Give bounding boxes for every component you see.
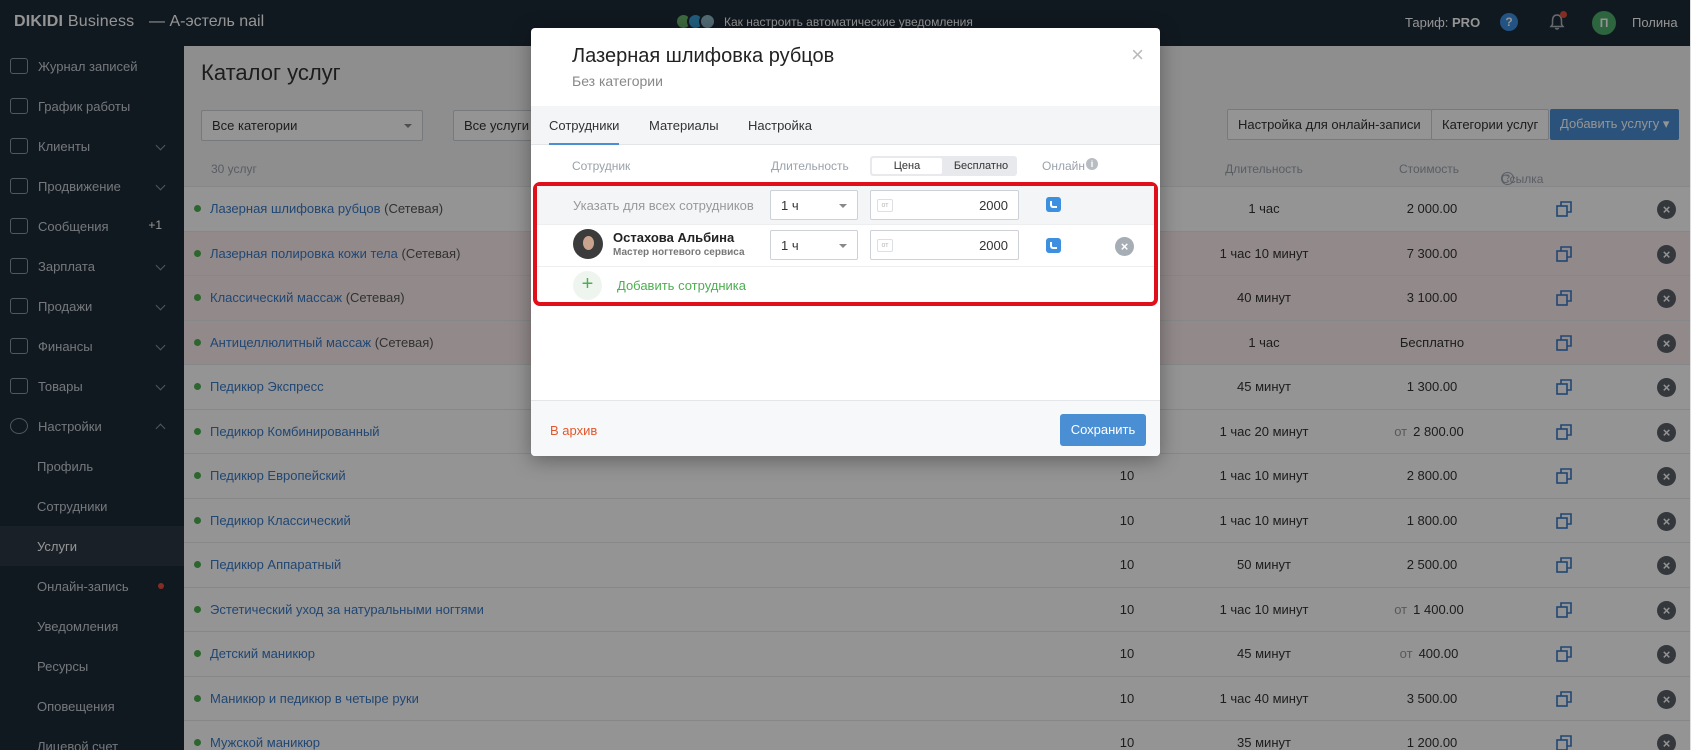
plus-icon[interactable]: + — [573, 271, 602, 300]
employee-price-input[interactable]: от 2000 — [870, 230, 1019, 260]
save-button[interactable]: Сохранить — [1060, 414, 1146, 446]
all-duration-select[interactable]: 1 ч — [770, 190, 858, 220]
employees-section: Указать для всех сотрудников 1 ч от 2000 … — [533, 182, 1158, 306]
chevron-down-icon — [839, 244, 847, 248]
all-price-input[interactable]: от 2000 — [870, 190, 1019, 220]
info-icon[interactable]: i — [1086, 158, 1098, 170]
column-duration: Длительность — [771, 159, 849, 173]
from-toggle[interactable]: от — [877, 199, 893, 212]
remove-employee-icon[interactable]: × — [1115, 237, 1134, 256]
column-online: Онлайн — [1042, 159, 1085, 173]
online-booking-checkbox[interactable] — [1046, 238, 1061, 253]
all-employees-row: Указать для всех сотрудников 1 ч от 2000 — [537, 186, 1154, 224]
modal-tabs: Сотрудники Материалы Настройка — [531, 106, 1160, 145]
price-mode-toggle[interactable]: Цена Бесплатно — [870, 156, 1017, 176]
modal-subtitle: Без категории — [572, 73, 663, 89]
employee-avatar — [573, 229, 603, 259]
from-toggle[interactable]: от — [877, 239, 893, 252]
add-employee-link[interactable]: Добавить сотрудника — [617, 278, 746, 293]
chevron-down-icon — [839, 204, 847, 208]
employee-row: Остахова Альбина Мастер ногтевого сервис… — [537, 224, 1154, 266]
all-price-value: 2000 — [979, 198, 1008, 213]
modal-title: Лазерная шлифовка рубцов — [572, 45, 835, 67]
close-icon[interactable]: × — [1131, 42, 1144, 68]
tab-settings[interactable]: Настройка — [748, 118, 812, 133]
tab-employees[interactable]: Сотрудники — [549, 118, 620, 145]
employee-role: Мастер ногтевого сервиса — [613, 247, 745, 258]
price-mode-free[interactable]: Бесплатно — [946, 158, 1016, 174]
modal-footer: В архив Сохранить — [531, 400, 1160, 456]
add-employee-row[interactable]: + Добавить сотрудника — [537, 266, 1154, 302]
column-employee: Сотрудник — [572, 159, 631, 173]
employee-duration-select[interactable]: 1 ч — [770, 230, 858, 260]
all-employees-label: Указать для всех сотрудников — [573, 198, 754, 213]
employee-duration-value: 1 ч — [781, 238, 799, 253]
employee-name: Остахова Альбина — [613, 230, 735, 245]
all-duration-value: 1 ч — [781, 198, 799, 213]
service-modal: Лазерная шлифовка рубцов Без категории ×… — [531, 28, 1160, 456]
online-booking-checkbox[interactable] — [1046, 197, 1061, 212]
employee-price-value: 2000 — [979, 238, 1008, 253]
tab-materials[interactable]: Материалы — [649, 118, 719, 133]
archive-link[interactable]: В архив — [550, 423, 597, 438]
price-mode-paid[interactable]: Цена — [872, 158, 942, 174]
window-edge — [1690, 0, 1700, 750]
